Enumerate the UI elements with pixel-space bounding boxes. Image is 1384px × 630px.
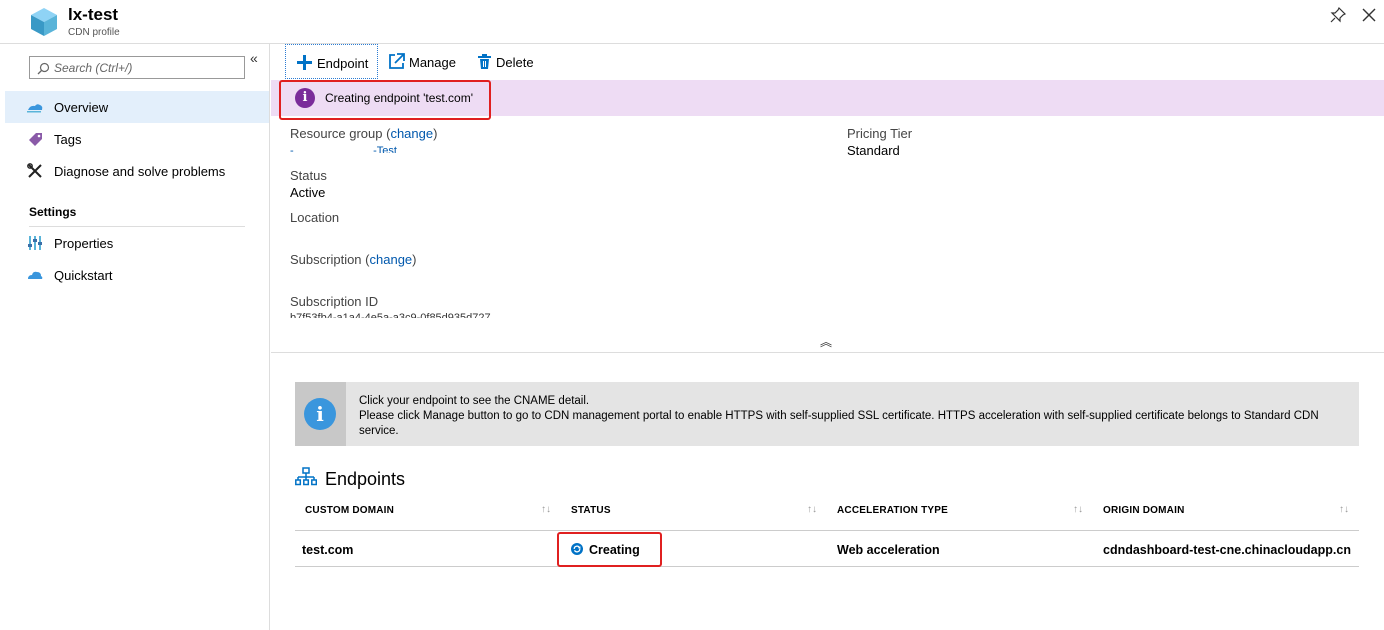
info-banner: i Click your endpoint to see the CNAME d… xyxy=(295,382,1359,446)
column-header-custom-domain[interactable]: CUSTOM DOMAIN xyxy=(305,505,394,516)
subscription-id-value: b7f53fb4-a1a4-4e5a-a3c9-0f85d935d727 xyxy=(290,312,491,318)
sort-icon[interactable]: ↑↓ xyxy=(1073,504,1083,515)
command-bar: Endpoint Manage Delete xyxy=(271,44,1384,80)
info-line-2: Please click Manage button to go to CDN … xyxy=(359,410,1319,422)
search-input[interactable] xyxy=(54,59,239,76)
trash-icon xyxy=(478,54,491,69)
cube-icon xyxy=(31,8,57,36)
resource-group-value-link[interactable]: - -Test xyxy=(290,145,430,153)
essentials-divider xyxy=(271,352,1384,353)
sidebar-item-label: Tags xyxy=(54,132,82,147)
pin-icon[interactable] xyxy=(1329,6,1347,24)
page-subtitle: CDN profile xyxy=(68,27,120,38)
sidebar-item-properties[interactable]: Properties xyxy=(5,227,269,259)
page-title: lx-test xyxy=(68,5,119,24)
table-header-divider xyxy=(295,530,1359,531)
resource-group-value-clip: - -Test xyxy=(290,145,430,153)
subscription-id-clip: b7f53fb4-a1a4-4e5a-a3c9-0f85d935d727 xyxy=(290,312,530,318)
pricing-tier-label: Pricing Tier xyxy=(847,126,913,141)
properties-icon xyxy=(28,236,42,250)
cloud-icon xyxy=(28,271,43,279)
status-value: Active xyxy=(290,185,326,200)
column-header-status[interactable]: STATUS xyxy=(571,505,611,516)
column-header-origin-domain[interactable]: ORIGIN DOMAIN xyxy=(1103,505,1185,516)
pricing-tier-value: Standard xyxy=(847,143,900,158)
info-line-3: service. xyxy=(359,425,399,437)
external-link-icon xyxy=(389,53,405,69)
cell-acceleration-type: Web acceleration xyxy=(837,543,940,557)
add-endpoint-label: Endpoint xyxy=(317,56,369,71)
sidebar: « Overview Tags Diagnose and solve probl… xyxy=(0,44,270,630)
sidebar-item-tags[interactable]: Tags xyxy=(5,123,269,155)
search-box[interactable] xyxy=(29,56,245,79)
plus-icon xyxy=(297,55,312,70)
endpoints-icon xyxy=(295,467,317,486)
info-icon-area: i xyxy=(295,382,346,446)
cell-origin-domain: cdndashboard-test-cne.chinacloudapp.cn xyxy=(1103,543,1351,557)
search-icon xyxy=(37,62,50,75)
tools-icon xyxy=(27,163,42,178)
sort-icon[interactable]: ↑↓ xyxy=(807,504,817,515)
resource-group-change-link[interactable]: change xyxy=(390,126,433,141)
blade-header: lx-test CDN profile xyxy=(0,0,1384,44)
delete-label: Delete xyxy=(496,55,534,70)
collapse-sidebar-button[interactable]: « xyxy=(250,50,258,66)
sidebar-item-quickstart[interactable]: Quickstart xyxy=(5,259,269,291)
sidebar-item-label: Diagnose and solve problems xyxy=(54,164,226,179)
sidebar-item-label: Quickstart xyxy=(54,268,113,283)
collapse-essentials-button[interactable]: ︽ xyxy=(820,333,832,350)
resource-group-label: Resource group (change) xyxy=(290,126,438,141)
sort-icon[interactable]: ↑↓ xyxy=(541,504,551,515)
endpoints-title: Endpoints xyxy=(325,469,406,489)
settings-section-title: Settings xyxy=(29,205,77,219)
sort-icon[interactable]: ↑↓ xyxy=(1339,504,1349,515)
highlight-box xyxy=(279,80,491,120)
subscription-change-link[interactable]: change xyxy=(370,252,413,267)
cell-custom-domain[interactable]: test.com xyxy=(302,543,353,557)
highlight-box xyxy=(557,532,662,567)
add-endpoint-button[interactable]: Endpoint xyxy=(285,44,378,79)
delete-button[interactable]: Delete xyxy=(466,44,546,79)
sidebar-item-overview[interactable]: Overview xyxy=(5,91,269,123)
status-label: Status xyxy=(290,168,327,183)
info-icon: i xyxy=(304,398,336,430)
table-row-divider xyxy=(295,566,1359,567)
info-line-1: Click your endpoint to see the CNAME det… xyxy=(359,395,590,407)
manage-button[interactable]: Manage xyxy=(378,44,466,79)
sidebar-item-label: Overview xyxy=(54,100,109,115)
subscription-id-label: Subscription ID xyxy=(290,294,379,309)
location-label: Location xyxy=(290,210,340,225)
tag-icon xyxy=(29,133,42,146)
sidebar-item-diagnose[interactable]: Diagnose and solve problems xyxy=(5,155,269,187)
manage-label: Manage xyxy=(409,55,456,70)
overview-icon xyxy=(27,104,43,113)
close-icon[interactable] xyxy=(1360,6,1378,24)
column-header-acceleration-type[interactable]: ACCELERATION TYPE xyxy=(837,505,948,516)
subscription-label: Subscription (change) xyxy=(290,252,417,267)
sidebar-item-label: Properties xyxy=(54,236,114,251)
